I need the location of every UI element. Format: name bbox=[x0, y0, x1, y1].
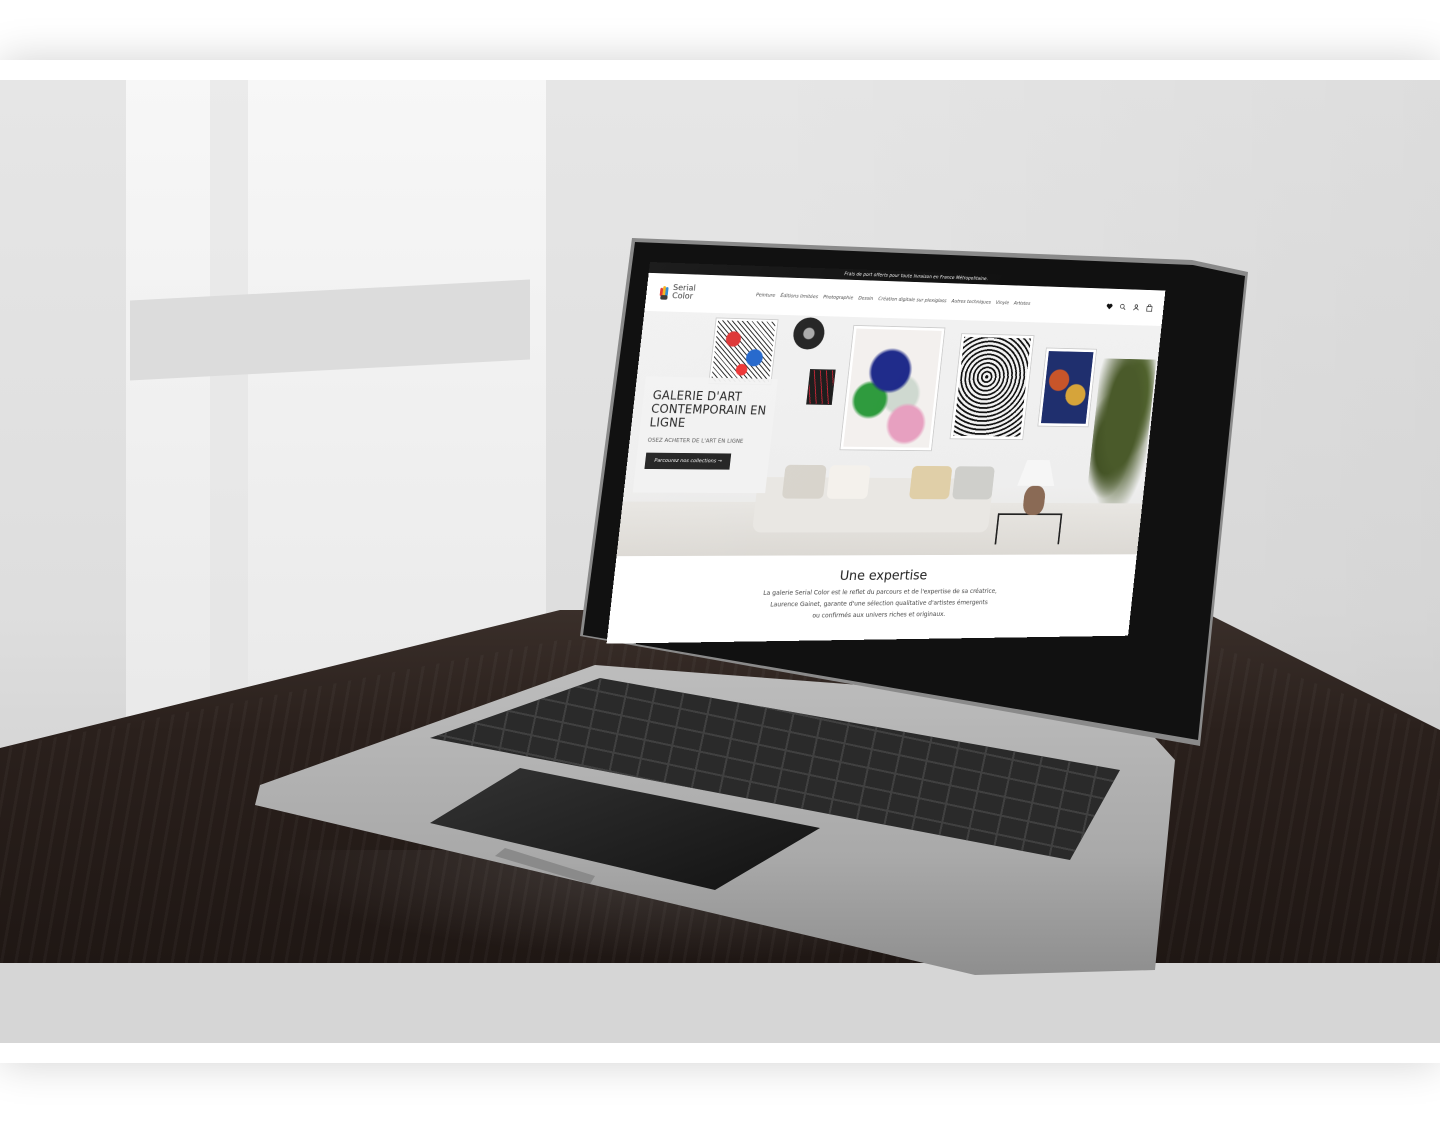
artwork-3 bbox=[806, 369, 836, 405]
nav-item-autres-techniques[interactable]: Autres techniques bbox=[951, 299, 991, 305]
olive-plant bbox=[1085, 358, 1157, 504]
expertise-section: Une expertise La galerie Serial Color es… bbox=[609, 554, 1137, 624]
laptop-screen: Frais de port offerts pour toute livrais… bbox=[606, 262, 1167, 644]
side-table bbox=[994, 513, 1063, 545]
artwork-6 bbox=[1037, 347, 1098, 428]
logo-line-2: Color bbox=[671, 291, 694, 302]
artwork-4 bbox=[839, 324, 946, 452]
hero-title: GALERIE D'ART CONTEMPORAIN EN LIGNE bbox=[648, 389, 767, 431]
logo-wordmark: Serial Color bbox=[671, 284, 697, 302]
site-logo[interactable]: Serial Color bbox=[658, 284, 757, 303]
search-icon[interactable] bbox=[1119, 303, 1127, 311]
pillow bbox=[908, 465, 953, 500]
lamp-shade bbox=[1017, 460, 1057, 486]
nav-item-creation-digitale[interactable]: Création digitale sur plexiglass bbox=[878, 297, 947, 304]
cart-icon[interactable] bbox=[1145, 304, 1153, 312]
nav-item-photographie[interactable]: Photographie bbox=[823, 295, 854, 301]
pillow bbox=[952, 466, 995, 500]
heart-icon[interactable] bbox=[1105, 303, 1113, 311]
screen-wrap: Frais de port offerts pour toute livrais… bbox=[0, 0, 1440, 1125]
nav-item-peinture[interactable]: Peinture bbox=[756, 293, 776, 299]
hero-subtitle: OSEZ ACHETER DE L'ART EN LIGNE bbox=[647, 437, 744, 445]
nav-item-artistes[interactable]: Artistes bbox=[1014, 301, 1031, 307]
artwork-5 bbox=[949, 333, 1035, 441]
expertise-title: Une expertise bbox=[838, 567, 929, 584]
nav-item-dessin[interactable]: Dessin bbox=[858, 296, 874, 302]
mockup-frame: Frais de port offerts pour toute livrais… bbox=[0, 0, 1440, 1125]
hero-card: GALERIE D'ART CONTEMPORAIN EN LIGNE OSEZ… bbox=[632, 376, 778, 494]
browse-collections-button[interactable]: Parcourez nos collections → bbox=[644, 452, 732, 470]
nav-item-vinyle[interactable]: Vinyle bbox=[995, 300, 1009, 306]
nav-item-editions-limitees[interactable]: Éditions limitées bbox=[780, 293, 818, 300]
account-icon[interactable] bbox=[1132, 303, 1140, 311]
artwork-1 bbox=[708, 317, 779, 386]
pillow bbox=[781, 464, 827, 499]
main-nav: Peinture Éditions limitées Photographie … bbox=[756, 293, 1106, 309]
artwork-2 bbox=[791, 317, 827, 350]
pillow bbox=[826, 465, 871, 499]
hand-logo-icon bbox=[658, 285, 670, 300]
hero-banner: GALERIE D'ART CONTEMPORAIN EN LIGNE OSEZ… bbox=[616, 310, 1162, 557]
expertise-text: La galerie Serial Color est le reflet du… bbox=[645, 585, 1102, 624]
header-icons bbox=[1105, 303, 1153, 312]
